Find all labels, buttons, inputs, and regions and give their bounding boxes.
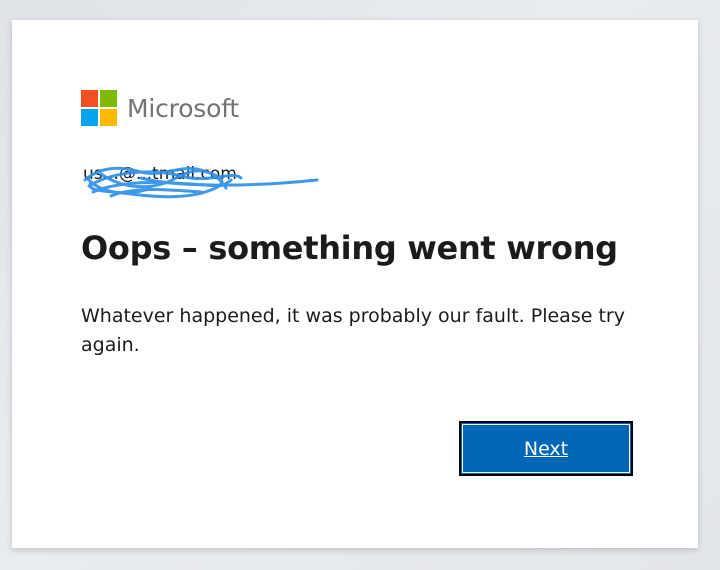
- redaction-scribble: [83, 166, 319, 199]
- next-button[interactable]: Next: [459, 421, 633, 476]
- brand-name: Microsoft: [127, 93, 239, 123]
- microsoft-logo-icon: [81, 90, 117, 126]
- brand-header: Microsoft: [81, 90, 239, 126]
- error-dialog: Microsoft us...@...tmail.com Oops – some…: [12, 20, 698, 548]
- error-message: Whatever happened, it was probably our f…: [81, 305, 625, 356]
- account-identity: us...@...tmail.com: [81, 158, 321, 206]
- error-title: Oops – something went wrong: [81, 229, 618, 267]
